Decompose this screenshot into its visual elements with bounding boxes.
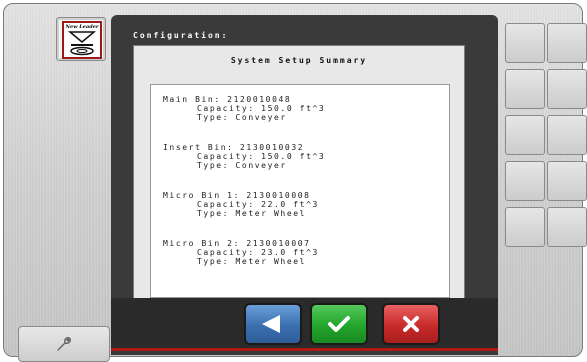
softkey-1[interactable]	[505, 23, 545, 63]
softkey-5[interactable]	[505, 115, 545, 155]
screen-title: Configuration:	[133, 31, 229, 40]
bin-entry-micro-1: Micro Bin 1: 2130010008 Capacity: 22.0 f…	[163, 191, 319, 218]
bin-capacity: Capacity: 22.0 ft^3	[197, 200, 319, 209]
wrench-icon	[57, 337, 71, 351]
confirm-button[interactable]	[310, 303, 368, 345]
softkey-3[interactable]	[505, 69, 545, 109]
back-button[interactable]	[244, 303, 302, 345]
setup-summary-panel: System Setup Summary Main Bin: 212001004…	[133, 45, 465, 300]
panel-title: System Setup Summary	[230, 56, 368, 65]
bin-header: Micro Bin 1: 2130010008	[163, 191, 311, 200]
softkey-9[interactable]	[505, 207, 545, 247]
spreader-icon	[67, 31, 97, 56]
left-arrow-icon	[262, 315, 280, 333]
bin-header: Insert Bin: 2130010032	[163, 143, 305, 152]
checkmark-icon	[328, 316, 350, 332]
softkey-8[interactable]	[547, 161, 587, 201]
bin-type: Type: Conveyer	[197, 113, 287, 122]
bin-entry-micro-2: Micro Bin 2: 2130010007 Capacity: 23.0 f…	[163, 239, 319, 266]
softkey-4[interactable]	[547, 69, 587, 109]
cancel-button[interactable]	[382, 303, 440, 345]
bin-header: Micro Bin 2: 2130010007	[163, 239, 311, 248]
brand-logo: New Leader	[62, 21, 102, 59]
softkey-7[interactable]	[505, 161, 545, 201]
tools-button[interactable]	[18, 326, 110, 362]
summary-box[interactable]: Main Bin: 2120010048 Capacity: 150.0 ft^…	[150, 84, 450, 298]
bin-capacity: Capacity: 150.0 ft^3	[197, 152, 326, 161]
softkey-2[interactable]	[547, 23, 587, 63]
bin-entry-main: Main Bin: 2120010048 Capacity: 150.0 ft^…	[163, 95, 325, 122]
bin-entry-insert: Insert Bin: 2130010032 Capacity: 150.0 f…	[163, 143, 325, 170]
bin-capacity: Capacity: 150.0 ft^3	[197, 104, 326, 113]
bin-type: Type: Conveyer	[197, 161, 287, 170]
bin-type: Type: Meter Wheel	[197, 257, 307, 266]
display-screen: Configuration: System Setup Summary Main…	[111, 15, 498, 355]
bin-capacity: Capacity: 23.0 ft^3	[197, 248, 319, 257]
brand-logo-button[interactable]: New Leader	[56, 17, 106, 61]
bin-header: Main Bin: 2120010048	[163, 95, 292, 104]
softkey-6[interactable]	[547, 115, 587, 155]
bin-type: Type: Meter Wheel	[197, 209, 307, 218]
x-icon	[403, 316, 419, 332]
accent-line	[111, 348, 498, 351]
softkey-10[interactable]	[547, 207, 587, 247]
